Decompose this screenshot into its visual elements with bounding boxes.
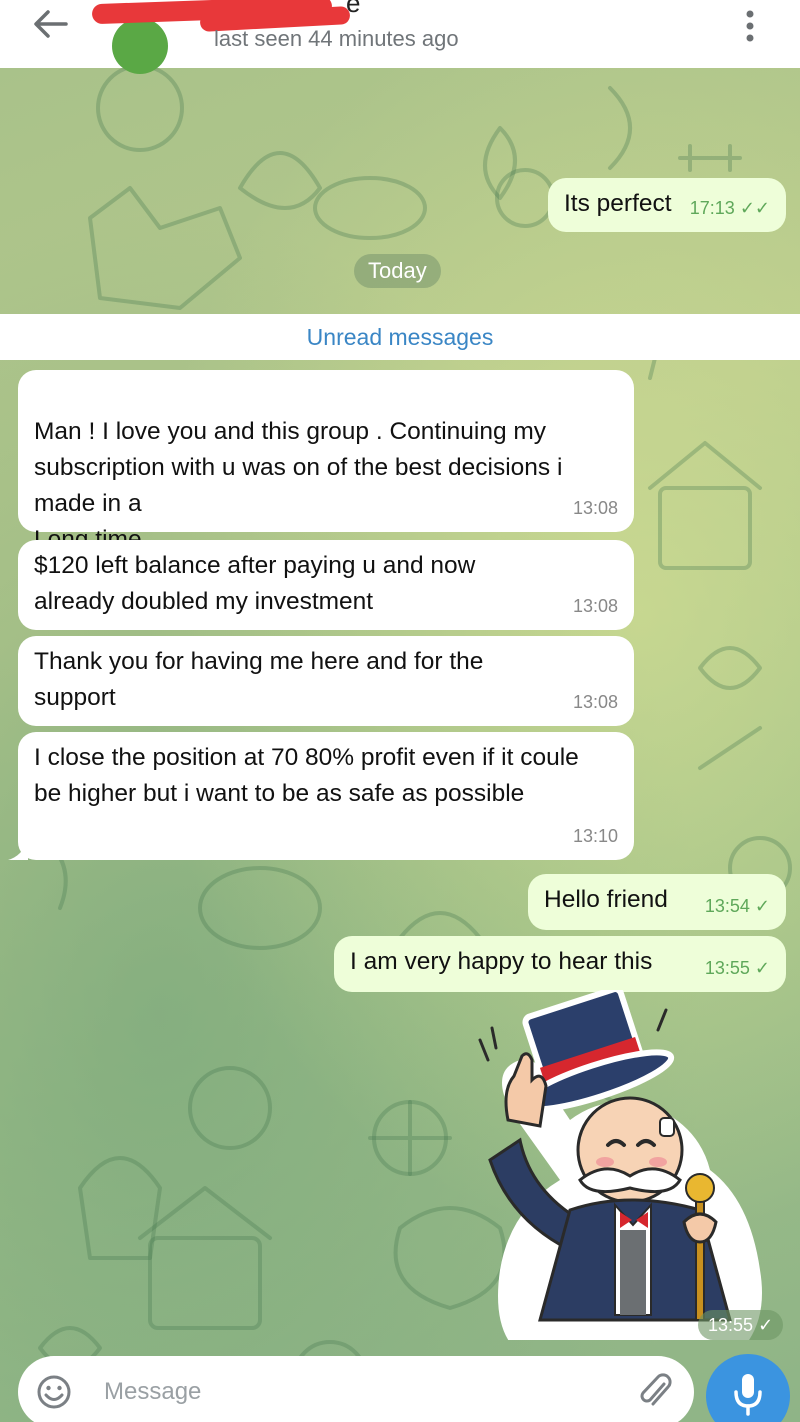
incoming-message[interactable]: I close the position at 70 80% profit ev… <box>8 732 634 860</box>
monopoly-man-sticker[interactable] <box>470 990 770 1340</box>
message-time: 13:08 <box>572 498 618 518</box>
message-meta: 13:54 ✓ <box>705 888 770 924</box>
check-icon: ✓ <box>758 1315 774 1335</box>
message-time: 13:08 <box>572 692 618 712</box>
check-icon: ✓ <box>754 896 770 916</box>
message-meta: 17:13 ✓✓ <box>690 190 770 226</box>
chat-header: e last seen 44 minutes ago <box>0 0 800 74</box>
message-composer <box>18 1356 694 1422</box>
message-input[interactable] <box>104 1370 604 1414</box>
message-text: Man ! I love you and this group . Contin… <box>34 418 563 553</box>
message-text: Thank you for having me here and for the… <box>34 648 484 711</box>
more-vertical-icon[interactable] <box>740 8 760 44</box>
message-time: 13:08 <box>572 596 618 616</box>
contact-name[interactable]: e <box>346 0 360 19</box>
message-time: 13:54 <box>704 896 750 916</box>
unread-messages-divider: Unread messages <box>0 314 800 360</box>
bubble-tail <box>8 840 28 860</box>
check-icon: ✓ <box>754 958 770 978</box>
message-time: 17:13 <box>689 198 735 218</box>
message-time: 13:55 <box>704 958 750 978</box>
message-time: 13:10 <box>572 826 618 846</box>
last-seen-status: last seen 44 minutes ago <box>214 26 459 51</box>
outgoing-message[interactable]: I am very happy to hear this 13:55 ✓ <box>334 936 786 992</box>
message-meta: 13:55 ✓ <box>705 950 770 986</box>
message-text: I close the position at 70 80% profit ev… <box>34 744 579 807</box>
outgoing-message[interactable]: Its perfect 17:13 ✓✓ <box>548 178 786 232</box>
incoming-message[interactable]: $120 left balance after paying u and now… <box>18 540 634 630</box>
outgoing-message[interactable]: Hello friend 13:54 ✓ <box>528 874 786 930</box>
sticker-meta: 13:55 ✓ <box>698 1310 784 1340</box>
incoming-message[interactable]: Thank you for having me here and for the… <box>18 636 634 726</box>
avatar[interactable] <box>112 18 168 74</box>
unread-label: Unread messages <box>306 324 494 350</box>
message-text: $120 left balance after paying u and now… <box>34 552 476 615</box>
paperclip-icon[interactable] <box>638 1372 672 1412</box>
microphone-icon <box>734 1374 762 1416</box>
smiley-icon[interactable] <box>36 1374 72 1410</box>
message-time: 13:55 <box>708 1315 754 1335</box>
incoming-message[interactable]: Man ! I love you and this group . Contin… <box>18 370 634 553</box>
back-arrow-icon[interactable] <box>30 6 70 42</box>
double-check-icon: ✓✓ <box>739 198 770 218</box>
date-separator: Today <box>354 254 441 288</box>
